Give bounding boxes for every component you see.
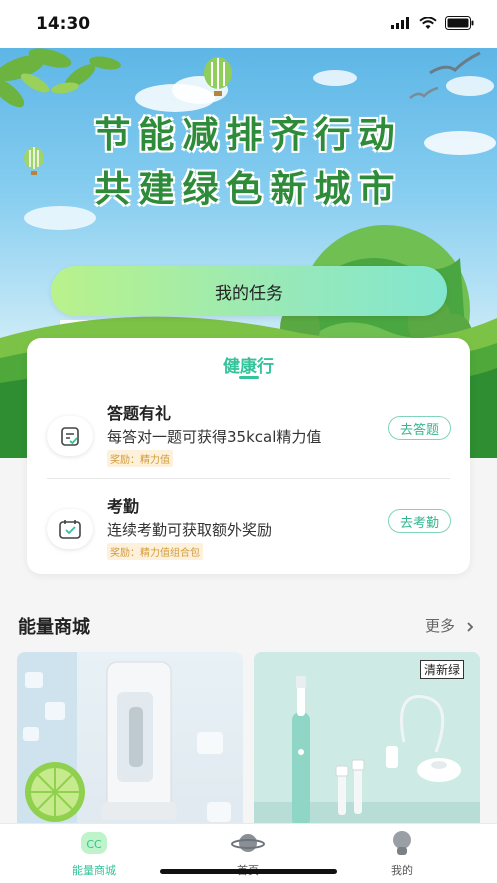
go-attendance-button[interactable]: 去考勤 — [388, 509, 451, 533]
tab-mine[interactable]: 我的 — [352, 830, 452, 878]
product-tag: 清新绿 — [419, 660, 464, 679]
go-quiz-button[interactable]: 去答题 — [388, 416, 451, 440]
calendar-check-icon — [47, 509, 93, 549]
signal-icon — [391, 17, 409, 29]
bottom-tab-bar: CC 能量商城 首页 我的 — [0, 823, 497, 883]
battery-icon — [445, 16, 474, 30]
status-icons — [391, 16, 475, 30]
energy-mall-tab-icon: CC — [81, 832, 107, 854]
health-card: 健康行 答题有礼 每答对一题可获得35kcal精力值 奖励：精力值 去答题 考勤… — [27, 338, 470, 574]
product-card-soda-maker[interactable] — [17, 652, 243, 832]
chevron-right-icon — [467, 621, 474, 632]
quiz-icon — [47, 416, 93, 456]
task-row-attendance: 考勤 连续考勤可获取额外奖励 奖励：精力值组合包 去考勤 — [27, 493, 470, 573]
wifi-icon — [419, 16, 437, 29]
task-name: 答题有礼 — [107, 404, 172, 423]
tab-label: 能量商城 — [72, 864, 116, 877]
task-reward-badge: 奖励：精力值组合包 — [107, 543, 203, 560]
hero-title-line1: 节能减排齐行动 — [94, 115, 403, 156]
status-time: 14:30 — [36, 14, 91, 34]
tab-energy-mall[interactable]: CC 能量商城 — [44, 830, 144, 878]
task-reward-badge: 奖励：精力值 — [107, 450, 173, 467]
hero-title-line2: 共建绿色新城市 — [94, 169, 403, 210]
task-desc: 连续考勤可获取额外奖励 — [107, 521, 273, 539]
home-indicator — [160, 869, 337, 874]
product-image-toothbrush — [254, 652, 480, 832]
my-tasks-button[interactable]: 我的任务 — [51, 266, 447, 316]
profile-icon — [393, 831, 411, 855]
status-bar: 14:30 — [0, 0, 497, 48]
tab-label: 我的 — [391, 864, 413, 877]
task-row-quiz: 答题有礼 每答对一题可获得35kcal精力值 奖励：精力值 去答题 — [27, 400, 470, 480]
title-underline — [239, 376, 259, 379]
task-desc: 每答对一题可获得35kcal精力值 — [107, 428, 322, 446]
task-name: 考勤 — [107, 497, 140, 516]
health-card-title: 健康行 — [223, 357, 274, 377]
divider — [47, 478, 450, 479]
product-image-soda-maker — [17, 652, 231, 832]
more-label: 更多 — [425, 617, 456, 635]
energy-mall-title: 能量商城 — [18, 617, 90, 638]
svg-text:CC: CC — [86, 838, 102, 851]
product-card-toothbrush[interactable]: 清新绿 — [254, 652, 480, 832]
more-link[interactable]: 更多 — [425, 615, 476, 636]
planet-icon — [231, 834, 265, 852]
app-screen: 14:30 节能减排齐行动 共建绿色新城市 我的任务 健康行 答题有礼 每答对一… — [0, 0, 497, 883]
